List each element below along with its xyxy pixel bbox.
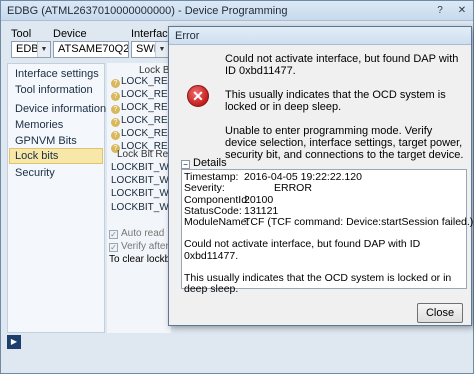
dialog-title: Error	[175, 30, 200, 42]
detail-key: Severity:	[184, 182, 225, 195]
collapse-icon: −	[181, 160, 190, 169]
dialog-title-bar: Error	[169, 27, 471, 45]
question-icon: ?	[111, 92, 120, 101]
device-select[interactable]: ATSAME70Q21	[53, 41, 129, 58]
detail-key: ModuleName:	[184, 216, 250, 229]
error-message-line: Unable to enter programming mode. Verify…	[225, 125, 464, 161]
detail-module: TCF (TCF command: Device:startSession fa…	[244, 216, 474, 229]
sidebar: Interface settings Tool information Devi…	[7, 63, 106, 333]
question-icon: ?	[111, 79, 120, 88]
device-value: ATSAME70Q21	[58, 43, 129, 55]
main-title-bar: EDBG (ATML2637010000000000) - Device Pro…	[1, 1, 473, 21]
error-dialog: Error ✕ Could not activate interface, bu…	[168, 26, 473, 326]
sidebar-item-device-information[interactable]: Device information	[15, 103, 106, 115]
error-message-line: Could not activate interface, but found …	[225, 53, 459, 77]
chevron-down-icon: ▼	[37, 42, 50, 57]
sidebar-item-gpnvm-bits[interactable]: GPNVM Bits	[15, 135, 77, 147]
verify-after-checkbox[interactable]: ✓ Verify after p	[109, 241, 177, 252]
detail-text: Could not activate interface, but found …	[184, 238, 421, 262]
checkmark-icon: ✓	[109, 243, 118, 252]
tool-label: Tool	[11, 28, 32, 40]
details-label: Details	[193, 157, 227, 169]
window-close-button[interactable]: ✕	[453, 4, 471, 18]
device-label: Device	[53, 28, 87, 40]
checkmark-icon: ✓	[109, 230, 118, 239]
sidebar-item-security[interactable]: Security	[15, 167, 55, 179]
auto-read-label: Auto read	[121, 228, 165, 239]
detail-text: This usually indicates that the OCD syst…	[184, 272, 452, 296]
lock-bits-panel: Lock Bit ? LOCK_REGIO ? LOCK_REGIO ? LOCK_R…	[107, 63, 191, 333]
auto-read-checkbox[interactable]: ✓ Auto read	[109, 228, 164, 239]
details-textbox[interactable]: Timestamp: 2016-04-05 19:22:22.120 Severi…	[181, 169, 473, 295]
chevron-down-icon: ▼	[155, 42, 168, 57]
question-icon: ?	[111, 105, 120, 114]
error-message-line: This usually indicates that the OCD syst…	[225, 89, 446, 113]
interface-select[interactable]: SWD ▼	[131, 41, 169, 58]
help-button[interactable]: ?	[431, 4, 449, 18]
sidebar-item-tool-information[interactable]: Tool information	[15, 84, 93, 96]
tool-select[interactable]: EDBG ▼	[11, 41, 51, 58]
details-expander[interactable]: − Details	[181, 157, 227, 169]
sidebar-item-interface-settings[interactable]: Interface settings	[15, 68, 99, 80]
sidebar-item-memories[interactable]: Memories	[15, 119, 63, 131]
question-icon: ?	[111, 131, 120, 140]
sidebar-item-lock-bits[interactable]: Lock bits	[9, 148, 103, 164]
error-message: Could not activate interface, but found …	[225, 53, 465, 161]
expand-output-icon[interactable]: ▶	[7, 335, 21, 349]
window-title: EDBG (ATML2637010000000000) - Device Pro…	[7, 5, 288, 17]
question-icon: ?	[111, 118, 120, 127]
error-icon: ✕	[187, 85, 209, 107]
detail-severity: ERROR	[274, 182, 312, 195]
close-button[interactable]: Close	[417, 303, 463, 323]
